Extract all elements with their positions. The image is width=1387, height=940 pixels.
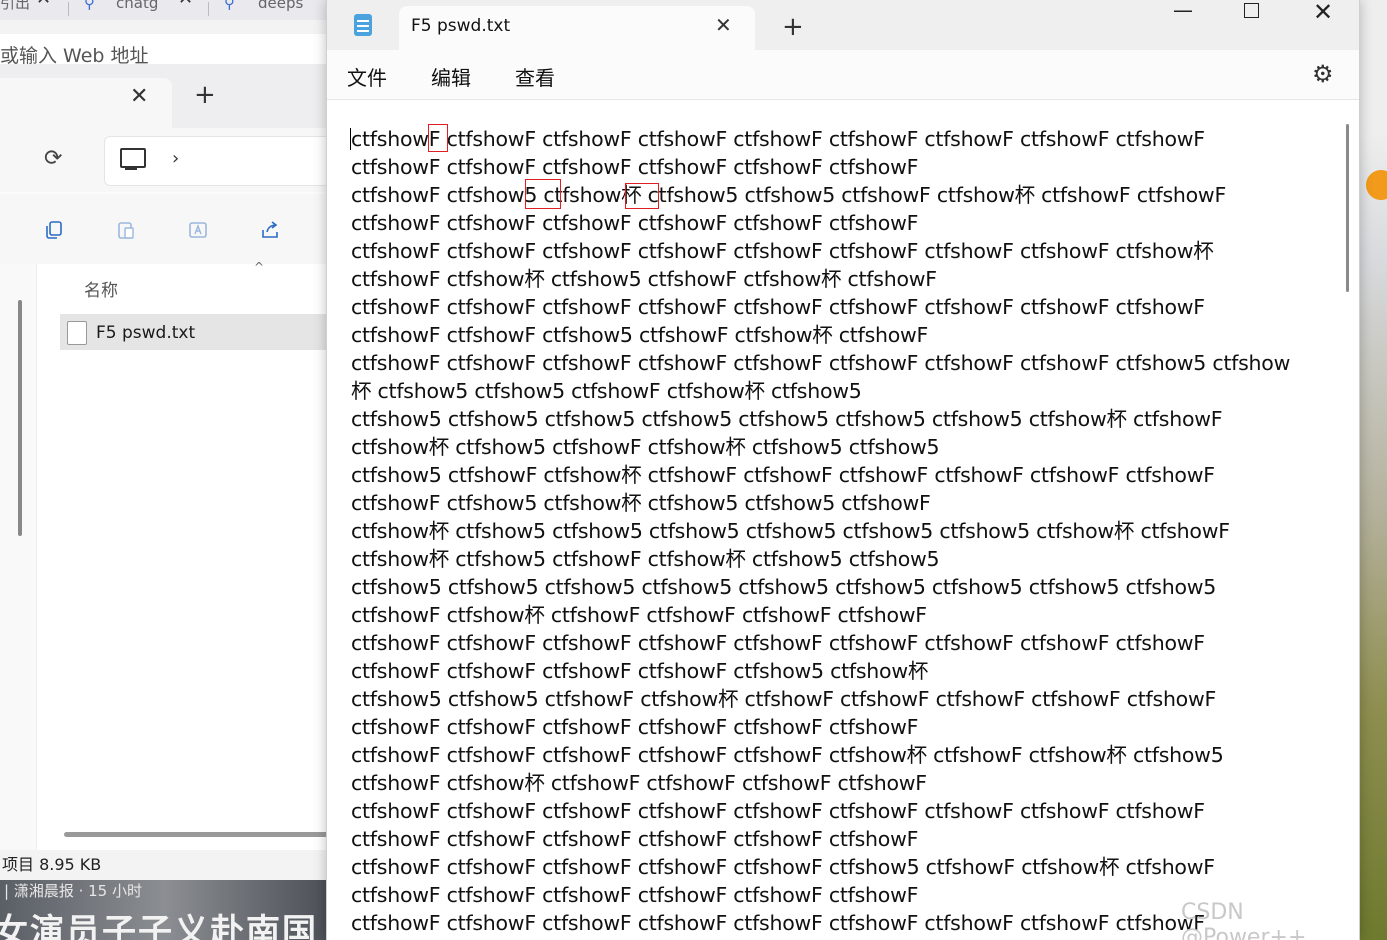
status-text: 项目 8.95 KB [2, 855, 102, 874]
browser-tab-label: deeps [258, 0, 304, 12]
text-line: ctfshow5 ctfshow5 ctfshowF ctfshow杯 ctfs… [351, 687, 1217, 711]
browser-tab[interactable]: ⚲ deeps [224, 0, 303, 20]
menu-view[interactable]: 查看 [515, 62, 555, 91]
notepad-app-icon [354, 14, 372, 36]
file-explorer-window: ✕ + ⟳ › 名称 ^ F5 pswd.txt 项目 8.95 KB [0, 64, 330, 940]
notepad-tab-title[interactable]: F5 pswd.txt [411, 16, 510, 36]
text-line: ctfshowF ctfshowF ctfshowF ctfshowF ctfs… [351, 715, 919, 739]
browser-tab[interactable]: ⚲ chatg ✕ [84, 0, 193, 20]
browser-tab-label: 引出 [0, 0, 31, 12]
search-icon: ⚲ [84, 0, 95, 12]
text-line: ctfshow5 ctfshowF ctfshow杯 ctfshowF ctfs… [351, 463, 1215, 487]
file-list-pane [0, 264, 330, 864]
column-header-name[interactable]: 名称 [84, 276, 118, 301]
settings-gear-icon[interactable]: ⚙ [1312, 60, 1334, 88]
tab-divider [68, 2, 69, 16]
text-line: ctfshowF ctfshowF ctfshowF ctfshowF ctfs… [351, 351, 1291, 375]
browser-tab-strip: 引出 ✕ ⚲ chatg ✕ ⚲ deeps [0, 0, 330, 20]
text-file-icon [67, 321, 87, 345]
text-line: ctfshow杯 ctfshow5 ctfshowF ctfshow杯 ctfs… [351, 435, 940, 459]
text-line: ctfshow5 ctfshow5 ctfshow5 ctfshow5 ctfs… [351, 407, 1223, 431]
address-placeholder: 或输入 Web 地址 [0, 45, 149, 65]
new-tab-button[interactable]: + [782, 12, 804, 42]
text-line: ctfshowF ctfshowF ctfshowF ctfshowF ctfs… [351, 239, 1214, 263]
text-line: ctfshowF ctfshowF ctfshowF ctfshowF ctfs… [351, 799, 1205, 823]
window-close-button[interactable]: ✕ [1313, 0, 1333, 26]
watermark: CSDN @Power++ [1181, 900, 1307, 940]
text-line: ctfshowF ctfshowF ctfshowF ctfshowF ctfs… [351, 827, 919, 851]
close-icon[interactable]: ✕ [178, 0, 193, 8]
browser-address-bar[interactable]: 或输入 Web 地址 [0, 34, 330, 65]
highlight-box [428, 124, 448, 152]
text-line: ctfshowF ctfshow5 ctfshow杯 ctfshow5 ctfs… [351, 491, 931, 515]
text-line: ctfshowF ctfshow杯 ctfshowF ctfshowF ctfs… [351, 603, 927, 627]
highlight-box [625, 183, 659, 209]
text-line: ctfshowF ctfshowF ctfshowF ctfshowF ctfs… [351, 211, 919, 235]
computer-icon[interactable] [120, 148, 146, 168]
minimize-button[interactable]: — [1173, 0, 1193, 22]
close-icon[interactable]: ✕ [130, 84, 148, 109]
close-icon[interactable]: ✕ [715, 13, 732, 37]
notepad-window: F5 pswd.txt ✕ + — ✕ 文件 编辑 查看 ⚙ ctfshowF … [326, 0, 1360, 940]
close-icon[interactable]: ✕ [36, 0, 51, 8]
news-card[interactable]: | 潇湘晨报 · 15 小时 女演员子子义赴南国 [0, 880, 330, 940]
text-line: ctfshowF ctfshowF ctfshowF ctfshowF ctfs… [351, 295, 1205, 319]
maximize-button[interactable] [1244, 3, 1259, 18]
chevron-right-icon[interactable]: › [172, 148, 179, 169]
browser-tab-label: chatg [116, 0, 159, 12]
menu-file[interactable]: 文件 [347, 62, 387, 91]
text-line: ctfshowF ctfshowF ctfshowF ctfshowF ctfs… [351, 855, 1215, 879]
text-line: ctfshowF ctfshow杯 ctfshow5 ctfshowF ctfs… [351, 267, 937, 291]
paste-icon[interactable] [116, 220, 136, 240]
browser-tab[interactable]: 引出 ✕ [0, 0, 51, 20]
new-tab-button[interactable]: + [194, 80, 216, 110]
text-line: ctfshowF ctfshowF ctfshowF ctfshowF ctfs… [351, 631, 1205, 655]
rename-icon[interactable] [188, 220, 208, 240]
notepad-text-content[interactable]: ctfshowF ctfshowF ctfshowF ctfshowF ctfs… [351, 125, 1331, 937]
text-caret [350, 128, 351, 150]
text-line: ctfshow杯 ctfshow5 ctfshowF ctfshow杯 ctfs… [351, 547, 940, 571]
text-line: ctfshow5 ctfshow5 ctfshow5 ctfshow5 ctfs… [351, 575, 1217, 599]
status-bar: 项目 8.95 KB [0, 850, 330, 880]
refresh-icon[interactable]: ⟳ [44, 146, 62, 171]
vertical-scrollbar[interactable] [1346, 124, 1349, 292]
desktop-background [1358, 0, 1387, 940]
text-line: ctfshowF ctfshowF ctfshowF ctfshowF ctfs… [351, 155, 919, 179]
notepad-menu-bar [327, 50, 1359, 100]
news-meta: | 潇湘晨报 · 15 小时 [4, 882, 142, 900]
menu-edit[interactable]: 编辑 [431, 62, 471, 91]
text-line: ctfshowF ctfshowF ctfshowF ctfshowF ctfs… [351, 659, 929, 683]
share-icon[interactable] [260, 220, 280, 240]
search-icon: ⚲ [224, 0, 235, 12]
text-line: ctfshow杯 ctfshow5 ctfshow5 ctfshow5 ctfs… [351, 519, 1230, 543]
horizontal-scrollbar[interactable] [64, 832, 330, 837]
navigation-pane-scrollbar[interactable] [18, 300, 22, 536]
highlight-box [525, 179, 561, 209]
sort-ascending-icon: ^ [254, 260, 265, 274]
file-name[interactable]: F5 pswd.txt [96, 323, 195, 343]
text-line: ctfshowF ctfshowF ctfshow5 ctfshowF ctfs… [351, 323, 929, 347]
text-line: ctfshowF ctfshow5 ctfshow杯 ctfshow5 ctfs… [351, 183, 1226, 207]
computer-icon-stand [125, 168, 137, 170]
tab-divider [208, 2, 209, 16]
text-line: ctfshowF ctfshowF ctfshowF ctfshowF ctfs… [351, 743, 1224, 767]
text-line: 杯 ctfshow5 ctfshow5 ctfshowF ctfshow杯 ct… [351, 379, 862, 403]
text-line: ctfshowF ctfshowF ctfshowF ctfshowF ctfs… [351, 127, 1205, 151]
text-line: ctfshowF ctfshow杯 ctfshowF ctfshowF ctfs… [351, 771, 927, 795]
copy-icon[interactable] [44, 220, 64, 240]
news-headline: 女演员子子义赴南国 [0, 912, 318, 940]
